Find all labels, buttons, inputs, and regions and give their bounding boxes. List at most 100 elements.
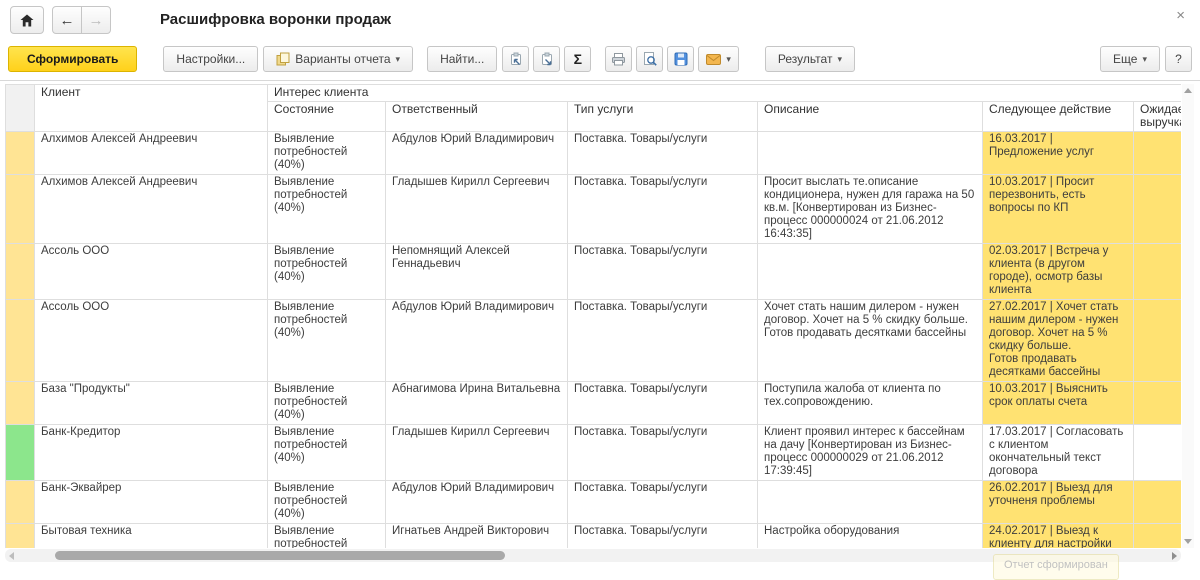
scroll-down-icon[interactable]	[1184, 539, 1192, 544]
more-button[interactable]: Еще ▾	[1100, 46, 1160, 72]
cell-service-type[interactable]: Поставка. Товары/услуги	[567, 523, 758, 548]
column-header-next-action[interactable]: Следующее действие	[982, 101, 1134, 132]
row-indicator[interactable]	[5, 480, 35, 524]
cell-client[interactable]: Ассоль ООО	[34, 243, 268, 300]
table-row[interactable]: Алхимов Алексей Андреевич Выявление потр…	[5, 131, 1181, 175]
cell-responsible[interactable]: Абдулов Юрий Владимирович	[385, 299, 568, 382]
vertical-scrollbar[interactable]	[1182, 84, 1194, 548]
scroll-left-icon[interactable]	[9, 552, 14, 560]
cell-responsible[interactable]: Непомнящий Алексей Геннадьевич	[385, 243, 568, 300]
table-row[interactable]: Ассоль ООО Выявление потребностей (40%) …	[5, 299, 1181, 382]
cell-next-action[interactable]: 17.03.2017 | Согласовать с клиентом окон…	[982, 424, 1134, 481]
cell-state[interactable]: Выявление потребностей (40%)	[267, 131, 386, 175]
send-email-button[interactable]: ▾	[698, 46, 739, 72]
cell-description[interactable]: Клиент проявил интерес к бассейнам на да…	[757, 424, 983, 481]
help-button[interactable]: ?	[1165, 46, 1192, 72]
cell-description[interactable]: Поступила жалоба от клиента по тех.сопро…	[757, 381, 983, 425]
column-header-expected-revenue[interactable]: Ожидаемая выручка	[1132, 101, 1181, 132]
column-header-client[interactable]: Клиент	[34, 84, 268, 132]
cell-client[interactable]: Бытовая техника	[34, 523, 268, 548]
table-row[interactable]: Ассоль ООО Выявление потребностей (40%) …	[5, 243, 1181, 300]
cell-expected-revenue[interactable]	[1132, 299, 1181, 382]
cell-client[interactable]: Банк-Кредитор	[34, 424, 268, 481]
cell-service-type[interactable]: Поставка. Товары/услуги	[567, 243, 758, 300]
cell-next-action[interactable]: 16.03.2017 | Предложение услуг	[982, 131, 1134, 175]
horizontal-scrollbar-thumb[interactable]	[55, 551, 505, 560]
find-button[interactable]: Найти...	[427, 46, 498, 72]
cell-responsible[interactable]: Абдулов Юрий Владимирович	[385, 480, 568, 524]
column-header-state[interactable]: Состояние	[267, 101, 386, 132]
cell-state[interactable]: Выявление потребностей (40%)	[267, 523, 386, 548]
row-indicator[interactable]	[5, 243, 35, 300]
cell-description[interactable]	[757, 243, 983, 300]
close-icon[interactable]: ×	[1171, 5, 1190, 26]
save-button[interactable]	[667, 46, 695, 72]
cell-expected-revenue[interactable]	[1132, 243, 1181, 300]
cell-expected-revenue[interactable]	[1132, 174, 1181, 244]
cell-responsible[interactable]: Гладышев Кирилл Сергеевич	[385, 174, 568, 244]
collapse-groups-button[interactable]	[502, 46, 530, 72]
expand-groups-button[interactable]	[533, 46, 561, 72]
cell-description[interactable]: Хочет стать нашим дилером - нужен догово…	[757, 299, 983, 382]
cell-client[interactable]: Банк-Эквайрер	[34, 480, 268, 524]
totals-button[interactable]: Σ	[564, 46, 592, 72]
table-row[interactable]: Алхимов Алексей Андреевич Выявление потр…	[5, 174, 1181, 244]
cell-expected-revenue[interactable]	[1132, 523, 1181, 548]
cell-service-type[interactable]: Поставка. Товары/услуги	[567, 299, 758, 382]
cell-expected-revenue[interactable]	[1132, 424, 1181, 481]
cell-state[interactable]: Выявление потребностей (40%)	[267, 174, 386, 244]
back-button[interactable]: ←	[52, 6, 82, 34]
column-header-service-type[interactable]: Тип услуги	[567, 101, 758, 132]
cell-service-type[interactable]: Поставка. Товары/услуги	[567, 381, 758, 425]
cell-expected-revenue[interactable]	[1132, 381, 1181, 425]
cell-expected-revenue[interactable]	[1132, 480, 1181, 524]
cell-next-action[interactable]: 10.03.2017 | Выяснить срок оплаты счета	[982, 381, 1134, 425]
cell-service-type[interactable]: Поставка. Товары/услуги	[567, 424, 758, 481]
cell-responsible[interactable]: Абдулов Юрий Владимирович	[385, 131, 568, 175]
column-header-responsible[interactable]: Ответственный	[385, 101, 568, 132]
column-header-description[interactable]: Описание	[757, 101, 983, 132]
table-row[interactable]: База "Продукты" Выявление потребностей (…	[5, 381, 1181, 425]
cell-state[interactable]: Выявление потребностей (40%)	[267, 299, 386, 382]
report-variants-button[interactable]: Варианты отчета ▾	[263, 46, 414, 72]
cell-next-action[interactable]: 24.02.2017 | Выезд к клиенту для настрой…	[982, 523, 1134, 548]
cell-next-action[interactable]: 10.03.2017 | Просит перезвонить, есть во…	[982, 174, 1134, 244]
cell-next-action[interactable]: 02.03.2017 | Встреча у клиента (в другом…	[982, 243, 1134, 300]
scroll-right-icon[interactable]	[1172, 552, 1177, 560]
cell-client[interactable]: База "Продукты"	[34, 381, 268, 425]
cell-next-action[interactable]: 26.02.2017 | Выезд для уточненя проблемы	[982, 480, 1134, 524]
cell-description[interactable]: Настройка оборудования	[757, 523, 983, 548]
generate-button[interactable]: Сформировать	[8, 46, 138, 72]
cell-state[interactable]: Выявление потребностей (40%)	[267, 480, 386, 524]
row-indicator[interactable]	[5, 131, 35, 175]
cell-description[interactable]	[757, 131, 983, 175]
cell-service-type[interactable]: Поставка. Товары/услуги	[567, 131, 758, 175]
cell-state[interactable]: Выявление потребностей (40%)	[267, 424, 386, 481]
cell-client[interactable]: Алхимов Алексей Андреевич	[34, 174, 268, 244]
cell-description[interactable]	[757, 480, 983, 524]
cell-description[interactable]: Просит выслать те.описание кондиционера,…	[757, 174, 983, 244]
cell-responsible[interactable]: Гладышев Кирилл Сергеевич	[385, 424, 568, 481]
row-indicator[interactable]	[5, 424, 35, 481]
result-button[interactable]: Результат ▾	[764, 46, 855, 72]
cell-client[interactable]: Ассоль ООО	[34, 299, 268, 382]
table-row[interactable]: Банк-Кредитор Выявление потребностей (40…	[5, 424, 1181, 481]
cell-responsible[interactable]: Игнатьев Андрей Викторович	[385, 523, 568, 548]
group-header-interest[interactable]: Интерес клиента	[266, 84, 1181, 102]
print-preview-button[interactable]	[636, 46, 664, 72]
table-row[interactable]: Бытовая техника Выявление потребностей (…	[5, 523, 1181, 548]
cell-state[interactable]: Выявление потребностей (40%)	[267, 381, 386, 425]
cell-next-action[interactable]: 27.02.2017 | Хочет стать нашим дилером -…	[982, 299, 1134, 382]
forward-button[interactable]: →	[81, 6, 111, 34]
row-indicator[interactable]	[5, 174, 35, 244]
cell-client[interactable]: Алхимов Алексей Андреевич	[34, 131, 268, 175]
home-button[interactable]	[10, 6, 44, 34]
table-row[interactable]: Банк-Эквайрер Выявление потребностей (40…	[5, 480, 1181, 524]
cell-expected-revenue[interactable]	[1132, 131, 1181, 175]
scroll-up-icon[interactable]	[1184, 88, 1192, 93]
cell-state[interactable]: Выявление потребностей (40%)	[267, 243, 386, 300]
print-button[interactable]	[605, 46, 633, 72]
cell-responsible[interactable]: Абнагимова Ирина Витальевна	[385, 381, 568, 425]
row-indicator[interactable]	[5, 381, 35, 425]
row-indicator[interactable]	[5, 299, 35, 382]
